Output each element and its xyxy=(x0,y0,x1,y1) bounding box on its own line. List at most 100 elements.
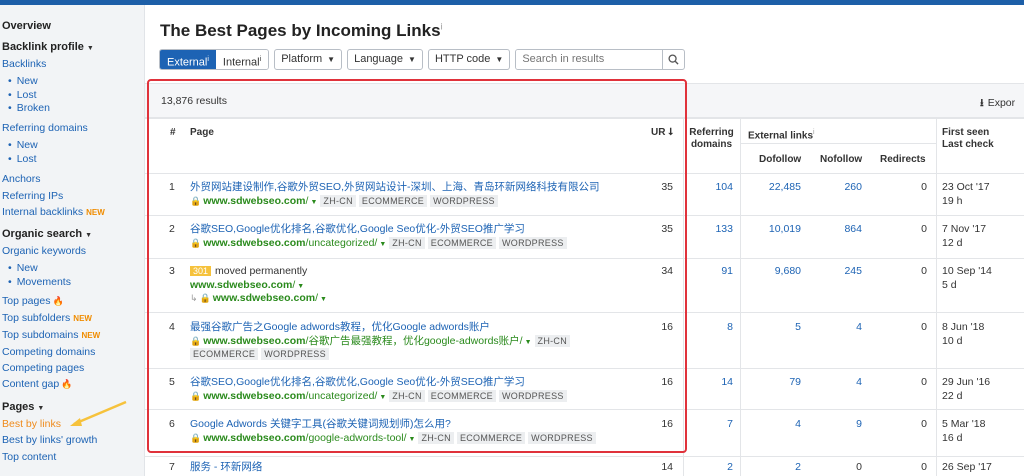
sidebar-organic-search[interactable]: Organic search ▼ xyxy=(2,228,92,242)
sidebar-pages[interactable]: Pages ▼ xyxy=(2,401,44,415)
sidebar-item-label: Top pages xyxy=(2,295,51,307)
referring-domains-value[interactable]: 14 xyxy=(693,376,733,389)
sidebar-pages-label: Pages xyxy=(2,401,35,413)
sidebar-item-backlinks-broken[interactable]: Broken xyxy=(8,102,50,115)
sidebar-item-internal-backlinks[interactable]: Internal backlinks NEW xyxy=(2,206,105,219)
dofollow-value[interactable]: 10,019 xyxy=(745,223,801,236)
sidebar-item-rd-new[interactable]: New xyxy=(8,139,38,152)
caret-down-icon: ▼ xyxy=(85,232,93,239)
sidebar-item-top-pages[interactable]: Top pages 🔥 xyxy=(2,295,64,308)
search-box xyxy=(515,48,686,70)
referring-domains-value[interactable]: 2 xyxy=(693,461,733,474)
first-seen-value: 23 Oct '17 xyxy=(942,181,990,193)
page-title-link[interactable]: 服务 - 环新网络 xyxy=(190,461,262,474)
last-check-value: 22 d xyxy=(942,390,963,402)
sidebar-backlink-profile[interactable]: Backlink profile ▼ xyxy=(2,41,94,55)
search-button[interactable] xyxy=(662,49,684,69)
sidebar-item-best-by-links[interactable]: Best by links xyxy=(2,418,61,431)
http-code-dropdown[interactable]: HTTP code ▼ xyxy=(427,48,511,70)
sidebar-item-organic-keywords[interactable]: Organic keywords xyxy=(2,245,86,258)
nofollow-value[interactable]: 245 xyxy=(815,265,862,278)
sidebar-item-best-by-links-growth[interactable]: Best by links' growth xyxy=(2,434,97,447)
col-nofollow-header[interactable]: Nofollow xyxy=(820,154,862,166)
referring-domains-value[interactable]: 91 xyxy=(693,265,733,278)
nofollow-value[interactable]: 4 xyxy=(815,321,862,334)
sidebar-item-rd-lost[interactable]: Lost xyxy=(8,153,37,166)
last-check-value: 12 d xyxy=(942,237,963,249)
search-icon xyxy=(668,53,679,65)
new-badge: NEW xyxy=(86,208,105,217)
first-seen-value: 29 Jun '16 xyxy=(942,376,991,388)
col-dofollow-header[interactable]: Dofollow xyxy=(759,154,801,166)
col-first-seen-header[interactable]: First seen xyxy=(942,127,989,139)
referring-domains-value[interactable]: 8 xyxy=(693,321,733,334)
dofollow-value[interactable]: 4 xyxy=(745,418,801,431)
nofollow-value[interactable]: 9 xyxy=(815,418,862,431)
redirects-value: 0 xyxy=(921,461,927,473)
sidebar-item-anchors[interactable]: Anchors xyxy=(2,173,41,186)
caret-down-icon: ▼ xyxy=(408,54,416,64)
platform-dropdown[interactable]: Platform ▼ xyxy=(274,48,343,70)
tab-internal-label: Internal xyxy=(222,56,260,69)
redirects-value: 0 xyxy=(921,181,927,193)
export-button[interactable]: ⭳ Expor xyxy=(980,95,1015,113)
sidebar-item-content-gap[interactable]: Content gap 🔥 xyxy=(2,378,72,391)
tab-internal[interactable]: Internali xyxy=(215,49,269,69)
sidebar-overview[interactable]: Overview xyxy=(2,20,51,33)
sidebar-backlink-profile-label: Backlink profile xyxy=(2,41,84,53)
row-divider xyxy=(145,456,1024,457)
search-input[interactable] xyxy=(516,49,663,69)
tab-external[interactable]: Externali xyxy=(160,49,216,69)
redirects-value: 0 xyxy=(921,321,927,333)
sidebar-item-competing-domains[interactable]: Competing domains xyxy=(2,346,95,359)
sidebar-item-referring-domains[interactable]: Referring domains xyxy=(2,122,88,135)
sidebar-item-competing-pages[interactable]: Competing pages xyxy=(2,362,84,375)
sidebar-item-ok-new[interactable]: New xyxy=(8,262,38,275)
ur-value: 14 xyxy=(661,461,673,473)
sidebar-item-backlinks-new[interactable]: New xyxy=(8,75,38,88)
sidebar-item-top-subdomains[interactable]: Top subdomains NEW xyxy=(2,329,100,342)
language-dropdown[interactable]: Language ▼ xyxy=(347,48,423,70)
sidebar-item-backlinks-lost[interactable]: Lost xyxy=(8,89,37,102)
first-seen-value: 8 Jun '18 xyxy=(942,321,985,333)
sidebar-item-backlinks[interactable]: Backlinks xyxy=(2,58,46,71)
redirects-value: 0 xyxy=(921,418,927,430)
sidebar-item-label: Internal backlinks xyxy=(2,206,84,218)
col-redirects-header[interactable]: Redirects xyxy=(880,154,926,166)
dofollow-value[interactable]: 2 xyxy=(745,461,801,474)
redirects-value: 0 xyxy=(921,376,927,388)
referring-domains-value[interactable]: 133 xyxy=(693,223,733,236)
caret-down-icon: ▼ xyxy=(37,405,45,412)
referring-domains-value[interactable]: 104 xyxy=(693,181,733,194)
http-code-dropdown-label: HTTP code xyxy=(434,52,491,65)
sidebar-item-top-content[interactable]: Top content xyxy=(2,451,56,464)
nofollow-value[interactable]: 4 xyxy=(815,376,862,389)
caret-down-icon: ▼ xyxy=(495,54,504,64)
link-type-toggle: Externali Internali xyxy=(159,48,270,70)
dofollow-value[interactable]: 79 xyxy=(745,376,801,389)
last-check-value: 16 d xyxy=(942,432,963,444)
page-title: The Best Pages by Incoming Linksi xyxy=(160,21,443,41)
info-icon[interactable]: i xyxy=(441,21,443,31)
nofollow-value: 0 xyxy=(856,461,862,473)
sidebar-item-referring-ips[interactable]: Referring IPs xyxy=(2,190,63,203)
col-referring-domains-header[interactable]: Referring domains xyxy=(689,127,734,151)
nofollow-value[interactable]: 864 xyxy=(815,223,862,236)
last-check-value: 19 h xyxy=(942,195,963,207)
caret-down-icon: ▼ xyxy=(327,54,336,64)
platform-dropdown-label: Platform xyxy=(281,52,323,65)
page-title-text: The Best Pages by Incoming Links xyxy=(160,21,441,40)
referring-domains-value[interactable]: 7 xyxy=(693,418,733,431)
dofollow-value[interactable]: 22,485 xyxy=(745,181,801,194)
first-seen-value: 7 Nov '17 xyxy=(942,223,987,235)
sidebar-item-top-subfolders[interactable]: Top subfolders NEW xyxy=(2,312,92,325)
col-last-check-header[interactable]: Last check xyxy=(942,139,994,151)
sidebar-item-movements[interactable]: Movements xyxy=(8,276,71,289)
filter-bar: Externali Internali Platform ▼ Language ▼ … xyxy=(159,48,686,70)
nofollow-value[interactable]: 260 xyxy=(815,181,862,194)
col-external-links-header: External linksi xyxy=(748,127,815,142)
dofollow-value[interactable]: 9,680 xyxy=(745,265,801,278)
info-icon: i xyxy=(813,129,815,136)
export-label: Expor xyxy=(987,97,1016,109)
dofollow-value[interactable]: 5 xyxy=(745,321,801,334)
